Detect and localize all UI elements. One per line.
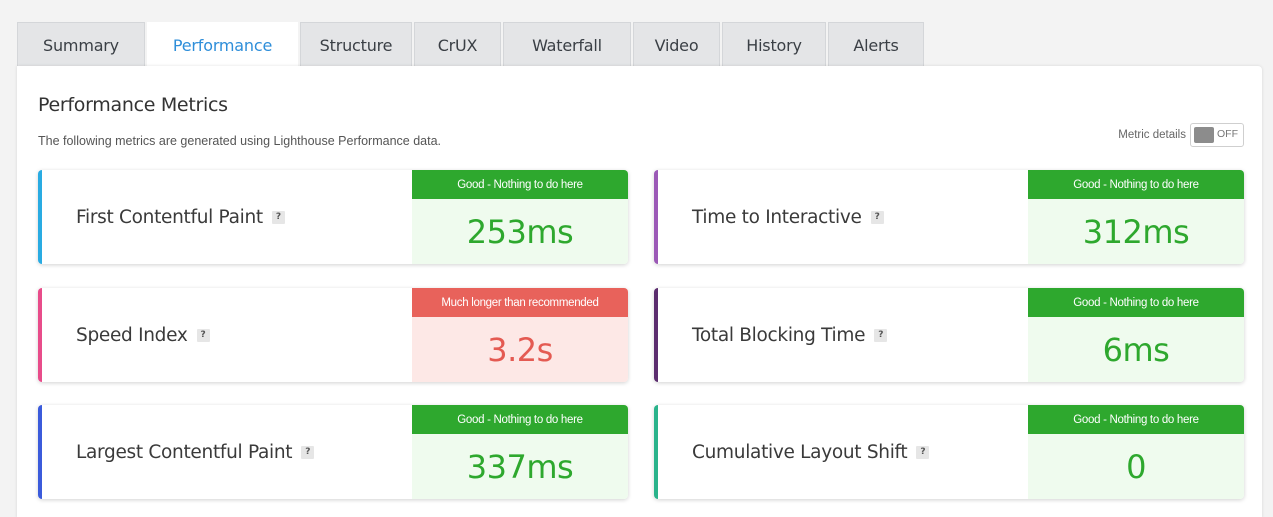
metric-value: 3.2s [412,317,628,382]
metric-label-row: Cumulative Layout Shift ? [692,405,930,499]
metric-accent-bar [654,288,658,382]
metric-value: 6ms [1028,317,1244,382]
metric-status-badge: Good - Nothing to do here [1028,288,1244,317]
metric-card-largest-contentful-paint: Largest Contentful Paint ? Good - Nothin… [38,405,628,499]
metric-card-cumulative-layout-shift: Cumulative Layout Shift ? Good - Nothing… [654,405,1244,499]
metric-accent-bar [38,405,42,499]
metric-value-box: Good - Nothing to do here 337ms [412,405,628,499]
metric-value: 0 [1028,434,1244,499]
metric-name: Time to Interactive [692,206,862,228]
panel-subtitle: The following metrics are generated usin… [38,134,442,148]
help-icon[interactable]: ? [916,445,930,459]
metric-value-box: Good - Nothing to do here 253ms [412,170,628,264]
metric-card-total-blocking-time: Total Blocking Time ? Good - Nothing to … [654,288,1244,382]
metric-details-control: Metric details OFF [1118,123,1244,147]
metric-status-badge: Much longer than recommended [412,288,628,317]
metric-details-toggle[interactable]: OFF [1190,123,1244,147]
toggle-state-label: OFF [1217,128,1238,140]
metric-label-row: Total Blocking Time ? [692,288,888,382]
metric-name: Speed Index [76,324,188,346]
metric-name: First Contentful Paint [76,206,263,228]
metric-status-badge: Good - Nothing to do here [412,405,628,434]
metric-accent-bar [654,170,658,264]
tab-crux[interactable]: CrUX [414,22,501,67]
metric-label-row: Time to Interactive ? [692,170,884,264]
metric-status-badge: Good - Nothing to do here [412,170,628,199]
metric-value-box: Good - Nothing to do here 312ms [1028,170,1244,264]
toggle-knob [1194,127,1214,143]
tab-video[interactable]: Video [633,22,720,67]
metric-value-box: Good - Nothing to do here 6ms [1028,288,1244,382]
metric-name: Largest Contentful Paint [76,441,293,463]
help-icon[interactable]: ? [874,328,888,342]
metric-details-label: Metric details [1118,129,1186,141]
help-icon[interactable]: ? [301,445,315,459]
metric-name: Total Blocking Time [692,324,866,346]
help-icon[interactable]: ? [271,210,285,224]
tab-waterfall[interactable]: Waterfall [503,22,631,67]
metric-name: Cumulative Layout Shift [692,441,908,463]
metric-accent-bar [38,170,42,264]
metric-value: 337ms [412,434,628,499]
metric-label-row: First Contentful Paint ? [76,170,285,264]
metric-status-badge: Good - Nothing to do here [1028,170,1244,199]
metric-accent-bar [654,405,658,499]
metric-card-first-contentful-paint: First Contentful Paint ? Good - Nothing … [38,170,628,264]
tab-bar: Summary Performance Structure CrUX Water… [17,22,926,67]
metric-value: 253ms [412,199,628,264]
metric-value: 312ms [1028,199,1244,264]
metric-value-box: Much longer than recommended 3.2s [412,288,628,382]
tab-summary[interactable]: Summary [17,22,145,67]
metric-status-badge: Good - Nothing to do here [1028,405,1244,434]
metric-value-box: Good - Nothing to do here 0 [1028,405,1244,499]
metric-label-row: Largest Contentful Paint ? [76,405,315,499]
metric-label-row: Speed Index ? [76,288,210,382]
tab-structure[interactable]: Structure [300,22,412,67]
metric-card-speed-index: Speed Index ? Much longer than recommend… [38,288,628,382]
tab-performance[interactable]: Performance [147,22,298,67]
help-icon[interactable]: ? [870,210,884,224]
tab-history[interactable]: History [722,22,826,67]
metric-card-time-to-interactive: Time to Interactive ? Good - Nothing to … [654,170,1244,264]
tab-alerts[interactable]: Alerts [828,22,924,67]
metric-accent-bar [38,288,42,382]
page-title: Performance Metrics [38,94,228,116]
help-icon[interactable]: ? [196,328,210,342]
